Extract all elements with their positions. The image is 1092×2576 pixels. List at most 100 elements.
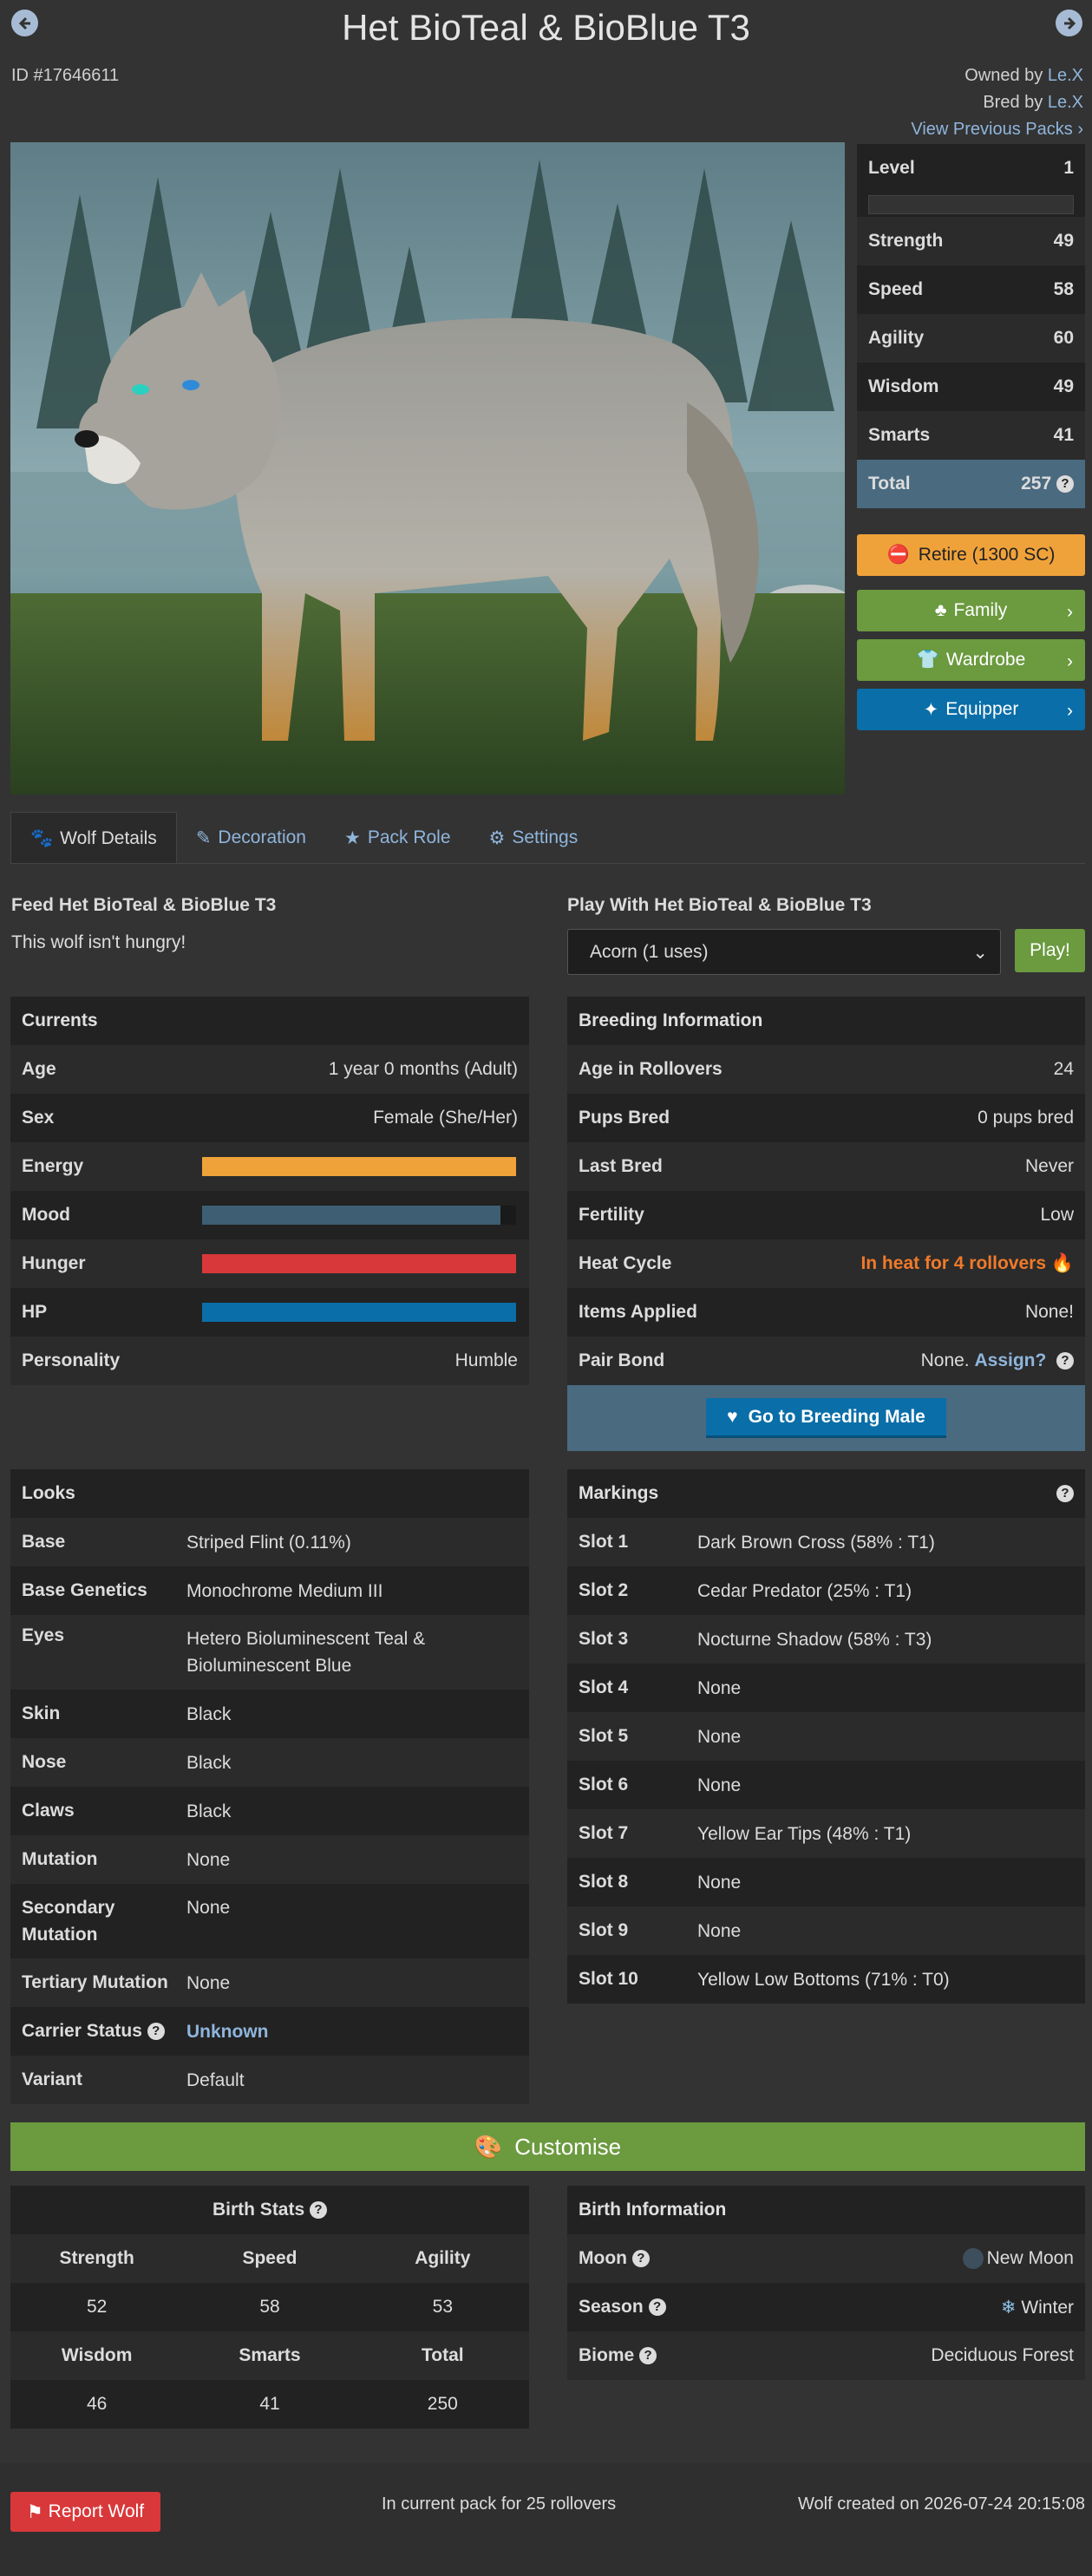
owner-link[interactable]: Le.X xyxy=(1048,66,1083,85)
total-value: 257 xyxy=(1021,474,1052,494)
breeding-label: Age in Rollovers xyxy=(579,1059,723,1079)
tab-decoration[interactable]: ✎ Decoration xyxy=(177,812,325,864)
marking-slot: Slot 10 xyxy=(579,1969,638,1989)
marking-row: Slot 5 None xyxy=(567,1712,1085,1761)
marking-value: None xyxy=(697,1775,742,1795)
season-value-wrap: ❄ Winter xyxy=(1001,2297,1074,2318)
assign-link[interactable]: Assign? xyxy=(974,1350,1046,1370)
wardrobe-button[interactable]: 👕 Wardrobe › xyxy=(857,639,1085,681)
equipper-button[interactable]: ✦ Equipper › xyxy=(857,689,1085,730)
family-button[interactable]: ♣ Family › xyxy=(857,590,1085,631)
chevron-right-icon: › xyxy=(1067,602,1073,622)
equipper-label: Equipper xyxy=(945,699,1019,719)
tab-label: Decoration xyxy=(218,827,306,847)
help-icon[interactable]: ? xyxy=(1056,475,1074,494)
help-icon[interactable]: ? xyxy=(1056,1485,1074,1502)
hunger-row: Hunger xyxy=(10,1239,529,1288)
heat-cycle-text: In heat for 4 rollovers xyxy=(860,1253,1046,1273)
report-wolf-button[interactable]: ⚑ Report Wolf xyxy=(10,2492,160,2532)
heart-icon: ♥ xyxy=(727,1406,738,1427)
stat-value: 49 xyxy=(1053,376,1074,396)
looks-value: None xyxy=(186,1972,231,1993)
breeding-value: 24 xyxy=(1053,1059,1074,1079)
tab-settings[interactable]: ⚙ Settings xyxy=(470,812,598,864)
help-icon[interactable]: ? xyxy=(147,2023,165,2041)
go-to-breeding-male-button[interactable]: ♥ Go to Breeding Male xyxy=(706,1398,946,1438)
looks-row: Carrier Status ? Unknown xyxy=(10,2007,529,2056)
flag-icon: ⚑ xyxy=(26,2501,43,2522)
moon-label-wrap: Moon ? xyxy=(579,2248,650,2269)
looks-row: Secondary Mutation None xyxy=(10,1884,529,1958)
breeding-label: Last Bred xyxy=(579,1156,663,1176)
marking-value: Yellow Ear Tips (48% : T1) xyxy=(697,1823,912,1844)
looks-row: Base Striped Flint (0.11%) xyxy=(10,1518,529,1566)
marking-slot: Slot 8 xyxy=(579,1872,629,1892)
birth-stat-value: 41 xyxy=(259,2394,280,2414)
total-label: Total xyxy=(868,474,911,494)
view-previous-packs-link[interactable]: View Previous Packs › xyxy=(911,120,1083,140)
breeding-title: Breeding Information xyxy=(567,997,1085,1045)
marking-slot: Slot 5 xyxy=(579,1726,629,1746)
moon-label: Moon xyxy=(579,2248,627,2268)
breeder-link[interactable]: Le.X xyxy=(1048,93,1083,112)
xp-bar xyxy=(868,195,1074,214)
markings-title: Markings xyxy=(579,1483,659,1503)
season-value: Winter xyxy=(1021,2297,1074,2318)
view-previous-packs-label[interactable]: View Previous Packs xyxy=(911,120,1072,139)
looks-value: None xyxy=(186,1898,231,1918)
toy-select[interactable]: Acorn (1 uses) ⌄ xyxy=(567,929,1001,975)
looks-label: Eyes xyxy=(22,1625,65,1645)
energy-bar-fill xyxy=(202,1157,516,1176)
help-icon[interactable]: ? xyxy=(648,2298,666,2317)
marking-slot: Slot 6 xyxy=(579,1775,629,1795)
hunger-bar-fill xyxy=(202,1254,516,1273)
stat-row-strength: Strength 49 xyxy=(857,217,1085,265)
marking-row: Slot 2 Cedar Predator (25% : T1) xyxy=(567,1566,1085,1615)
looks-row: Base Genetics Monochrome Medium III xyxy=(10,1566,529,1615)
help-icon[interactable]: ? xyxy=(310,2201,328,2220)
birth-stats-table: Birth Stats ? Strength Speed Agility 52 … xyxy=(10,2186,529,2429)
shirt-icon: 👕 xyxy=(916,650,939,670)
personality-row: Personality Humble xyxy=(10,1337,529,1385)
help-icon[interactable]: ? xyxy=(1056,1352,1074,1370)
personality-value: Humble xyxy=(454,1350,518,1370)
marking-slot: Slot 1 xyxy=(579,1532,629,1552)
go-to-breeding-male-label: Go to Breeding Male xyxy=(748,1406,925,1427)
birth-stat-value: 58 xyxy=(259,2297,280,2317)
birth-stats-header: Birth Stats ? xyxy=(10,2186,529,2234)
stat-label: Smarts xyxy=(868,425,931,445)
marking-value: Yellow Low Bottoms (71% : T0) xyxy=(697,1969,950,1990)
birth-stats-values: 46 41 250 xyxy=(10,2380,529,2429)
tab-wolf-details[interactable]: 🐾 Wolf Details xyxy=(10,812,177,864)
breeding-value: Never xyxy=(1024,1156,1074,1176)
chevron-down-icon: ⌄ xyxy=(972,943,988,963)
help-icon[interactable]: ? xyxy=(639,2347,657,2365)
heat-cycle-value: In heat for 4 rollovers 🔥 xyxy=(860,1253,1074,1274)
birth-stats-values: 52 58 53 xyxy=(10,2283,529,2331)
stat-row-total: Total 257 ? xyxy=(857,460,1085,508)
family-label: Family xyxy=(953,600,1008,620)
snowflake-icon: ❄ xyxy=(1000,2297,1017,2318)
stat-row-wisdom: Wisdom 49 xyxy=(857,363,1085,411)
play-button[interactable]: Play! xyxy=(1015,929,1085,972)
age-row: Age 1 year 0 months (Adult) xyxy=(10,1045,529,1094)
tab-label: Pack Role xyxy=(367,827,451,847)
carrier-status-link[interactable]: Unknown xyxy=(186,2018,269,2045)
birth-stat-heading: Strength xyxy=(59,2248,134,2268)
tab-divider xyxy=(10,863,1085,864)
moon-value-wrap: New Moon xyxy=(962,2248,1074,2270)
stat-value: 58 xyxy=(1053,279,1074,299)
chevron-right-icon: › xyxy=(1067,651,1073,671)
looks-value: Monochrome Medium III xyxy=(186,1580,383,1601)
tab-pack-role[interactable]: ★ Pack Role xyxy=(325,812,470,864)
customise-button[interactable]: 🎨 Customise xyxy=(10,2122,1085,2171)
footer xyxy=(0,2463,1092,2576)
tab-label: Wolf Details xyxy=(60,827,157,848)
looks-label: Variant xyxy=(22,2069,83,2089)
help-icon[interactable]: ? xyxy=(631,2250,650,2268)
pair-bond-value: None. Assign? ? xyxy=(921,1350,1074,1371)
looks-row: Variant Default xyxy=(10,2056,529,2104)
breeding-row: Fertility Low xyxy=(567,1191,1085,1239)
retire-button[interactable]: ⛔ Retire (1300 SC) xyxy=(857,534,1085,576)
items-applied-row: Items Applied None! xyxy=(567,1288,1085,1337)
